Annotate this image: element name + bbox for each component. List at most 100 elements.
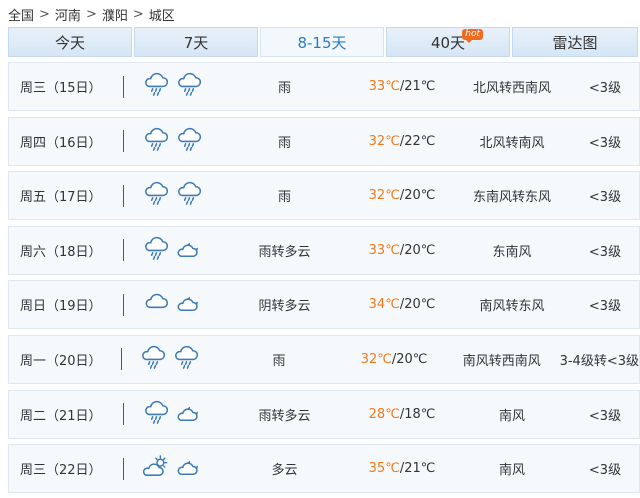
wind-direction: 东南风 <box>492 244 532 260</box>
cloudy-night-icon <box>176 235 203 266</box>
wind-direction: 南风转西南风 <box>462 353 541 369</box>
weather-icons <box>124 180 222 211</box>
breadcrumb-separator: > <box>39 6 50 22</box>
low-temp: /20℃ <box>399 188 436 204</box>
temperature: 32℃/20℃ <box>347 188 457 203</box>
weather-icons <box>124 399 222 430</box>
temperature: 28℃/18℃ <box>347 407 457 422</box>
low-temp: /21℃ <box>399 79 436 94</box>
wind-direction: 南风 <box>498 463 525 479</box>
weather-description: 雨 <box>277 81 291 96</box>
weather-description: 雨 <box>272 353 286 369</box>
weather-icons <box>124 289 222 320</box>
weather-icons <box>124 71 222 102</box>
weather-description: 阴转多云 <box>258 299 311 315</box>
rain-icon <box>143 399 170 430</box>
breadcrumb-separator: > <box>85 6 97 22</box>
weather-icons <box>124 126 222 157</box>
wind-level: <3级 <box>588 244 622 260</box>
forecast-tabs: 今天 7天 8-15天 40天 hot 雷达图 <box>8 27 640 57</box>
breadcrumb-province[interactable]: 河南 <box>55 5 81 24</box>
high-temp: 32℃ <box>368 188 400 204</box>
wind-level: <3级 <box>588 299 622 315</box>
forecast-date: 周六（18日） <box>20 244 102 260</box>
wind-level: 3-4级转<3级 <box>559 353 639 369</box>
forecast-row: 周日（19日） 阴转多云 34℃/20℃ 南风转东风 <3级 <box>8 280 640 330</box>
weather-icons <box>122 344 218 375</box>
forecast-date: 周三（22日） <box>20 463 102 479</box>
breadcrumb-national[interactable]: 全国 <box>8 5 34 24</box>
cloudy-night-icon <box>176 453 203 484</box>
weather-icons <box>124 453 222 484</box>
overcast-icon <box>143 289 170 320</box>
low-temp: /21℃ <box>399 461 436 477</box>
wind-direction: 北风转西南风 <box>472 81 551 96</box>
high-temp: 35℃ <box>368 461 400 477</box>
hot-badge: hot <box>462 29 483 43</box>
high-temp: 32℃ <box>360 351 392 367</box>
weather-description: 雨 <box>277 190 291 206</box>
rain-icon <box>173 344 200 375</box>
rain-icon <box>176 71 203 102</box>
high-temp: 34℃ <box>368 297 400 313</box>
forecast-date: 周三（15日） <box>20 81 102 96</box>
forecast-date: 周二（21日） <box>20 408 102 424</box>
high-temp: 32℃ <box>368 133 400 149</box>
wind-level: <3级 <box>588 135 622 151</box>
rain-icon <box>143 180 170 211</box>
breadcrumb-separator: > <box>132 6 144 22</box>
rain-icon <box>176 126 203 157</box>
tab-label: 40天 <box>430 34 466 52</box>
tab-today[interactable]: 今天 <box>8 27 132 57</box>
rain-icon <box>140 344 167 375</box>
forecast-date: 周四（16日） <box>20 135 102 151</box>
tab-label: 8-15天 <box>297 34 347 52</box>
low-temp: /18℃ <box>399 406 436 422</box>
forecast-row: 周一（20日） 雨 32℃/20℃ 南风转西南风 3-4级转<3级 <box>8 334 640 384</box>
forecast-row: 周二（21日） 雨转多云 28℃/18℃ 南风 <3级 <box>8 389 640 439</box>
weather-description: 雨转多云 <box>258 408 311 424</box>
weather-description: 多云 <box>271 463 298 479</box>
temperature: 33℃/21℃ <box>347 79 457 94</box>
temperature: 35℃/21℃ <box>347 461 457 476</box>
forecast-list: 周三（15日） 雨 33℃/21℃ 北风转西南风 <3级 周四（16日） 雨 3… <box>8 62 640 498</box>
forecast-date: 周一（20日） <box>20 353 102 369</box>
rain-icon <box>176 180 203 211</box>
cloudy-night-icon <box>176 289 203 320</box>
rain-icon <box>143 235 170 266</box>
forecast-row: 周三（22日） 多云 35℃/21℃ 南风 <3级 <box>8 444 640 494</box>
weather-description: 雨 <box>277 135 291 151</box>
cloudy-night-icon <box>176 399 203 430</box>
tab-label: 雷达图 <box>552 34 598 52</box>
partly-cloudy-day-icon <box>142 453 170 484</box>
temperature: 33℃/20℃ <box>347 243 457 258</box>
temperature: 32℃/20℃ <box>340 352 448 367</box>
wind-level: <3级 <box>588 81 622 96</box>
low-temp: /20℃ <box>391 351 428 367</box>
low-temp: /20℃ <box>399 242 436 258</box>
breadcrumb: 全国 > 河南 > 濮阳 > 城区 <box>8 4 175 24</box>
tab-radar[interactable]: 雷达图 <box>512 27 638 57</box>
wind-direction: 北风转南风 <box>479 135 545 151</box>
tab-label: 7天 <box>183 34 209 52</box>
wind-direction: 南风 <box>498 408 525 424</box>
high-temp: 33℃ <box>368 242 400 258</box>
tab-7-days[interactable]: 7天 <box>134 27 258 57</box>
rain-icon <box>143 71 170 102</box>
tab-label: 今天 <box>54 34 85 52</box>
low-temp: /20℃ <box>399 297 436 313</box>
temperature: 32℃/22℃ <box>347 134 457 149</box>
wind-level: <3级 <box>588 190 622 206</box>
forecast-row: 周四（16日） 雨 32℃/22℃ 北风转南风 <3级 <box>8 116 640 166</box>
forecast-date: 周五（17日） <box>20 190 102 206</box>
wind-level: <3级 <box>588 463 622 479</box>
tab-8-15-days[interactable]: 8-15天 <box>260 27 384 57</box>
breadcrumb-city[interactable]: 濮阳 <box>102 5 128 24</box>
wind-level: <3级 <box>588 408 622 424</box>
high-temp: 28℃ <box>368 406 400 422</box>
high-temp: 33℃ <box>368 79 400 94</box>
rain-icon <box>143 126 170 157</box>
tab-40-days[interactable]: 40天 hot <box>386 27 510 57</box>
weather-icons <box>124 235 222 266</box>
breadcrumb-district: 城区 <box>148 8 175 24</box>
